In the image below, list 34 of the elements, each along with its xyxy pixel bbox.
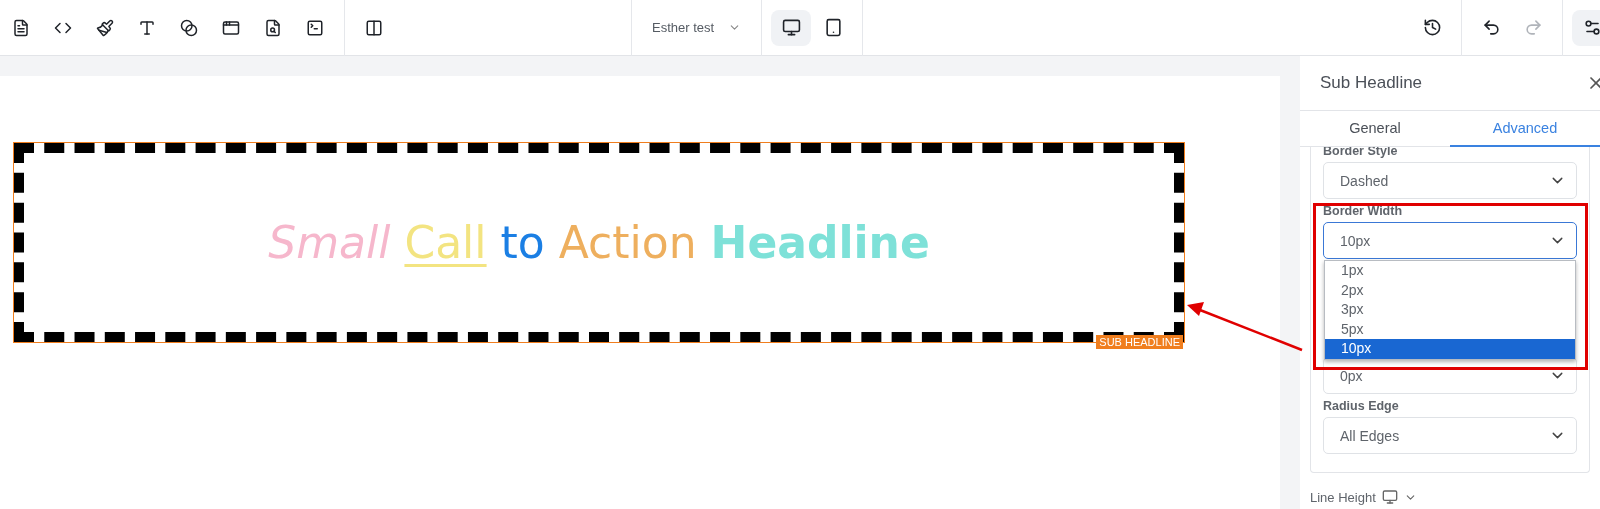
dropdown-option[interactable]: 10px — [1325, 339, 1575, 359]
settings-button[interactable] — [1572, 9, 1600, 46]
project-dropdown[interactable]: Esther test — [640, 9, 754, 46]
history-icon — [1422, 18, 1442, 37]
window-icon — [222, 18, 240, 37]
page-icon — [12, 18, 30, 37]
panel-tab[interactable]: Advanced — [1450, 111, 1600, 147]
select-field[interactable]: All Edges — [1323, 417, 1577, 454]
panel-tab[interactable]: General — [1300, 111, 1450, 147]
settings-icon — [1582, 18, 1600, 37]
line-height-label: Line Height — [1310, 489, 1376, 505]
dropdown-option[interactable]: 3px — [1325, 300, 1575, 320]
dropdown-option[interactable]: 2px — [1325, 280, 1575, 300]
redo-icon — [1523, 18, 1543, 37]
monitor-icon — [781, 18, 801, 37]
field-label: Border Width — [1323, 204, 1404, 218]
field-label: Radius Edge — [1323, 399, 1400, 413]
headline-text: Small Call to Action Headline — [268, 217, 930, 268]
terminal-icon — [306, 18, 324, 37]
circles-icon — [180, 18, 198, 37]
element-tag: SUB HEADLINE — [1096, 335, 1183, 349]
text-icon — [138, 18, 156, 37]
columns-icon — [365, 18, 383, 37]
paintbrush-icon — [96, 18, 114, 37]
dropdown-option[interactable]: 1px — [1325, 261, 1575, 281]
dropdown-option[interactable]: 5px — [1325, 319, 1575, 339]
monitor-icon[interactable] — [1381, 489, 1398, 505]
panel-title: Sub Headline — [1320, 73, 1423, 93]
file-search-icon — [264, 18, 282, 37]
select-field[interactable]: 10px — [1323, 222, 1577, 259]
desktop-view-button[interactable] — [771, 9, 812, 46]
select-field[interactable]: Dashed — [1323, 162, 1577, 199]
undo-icon — [1481, 18, 1501, 37]
tablet-icon — [823, 18, 843, 37]
